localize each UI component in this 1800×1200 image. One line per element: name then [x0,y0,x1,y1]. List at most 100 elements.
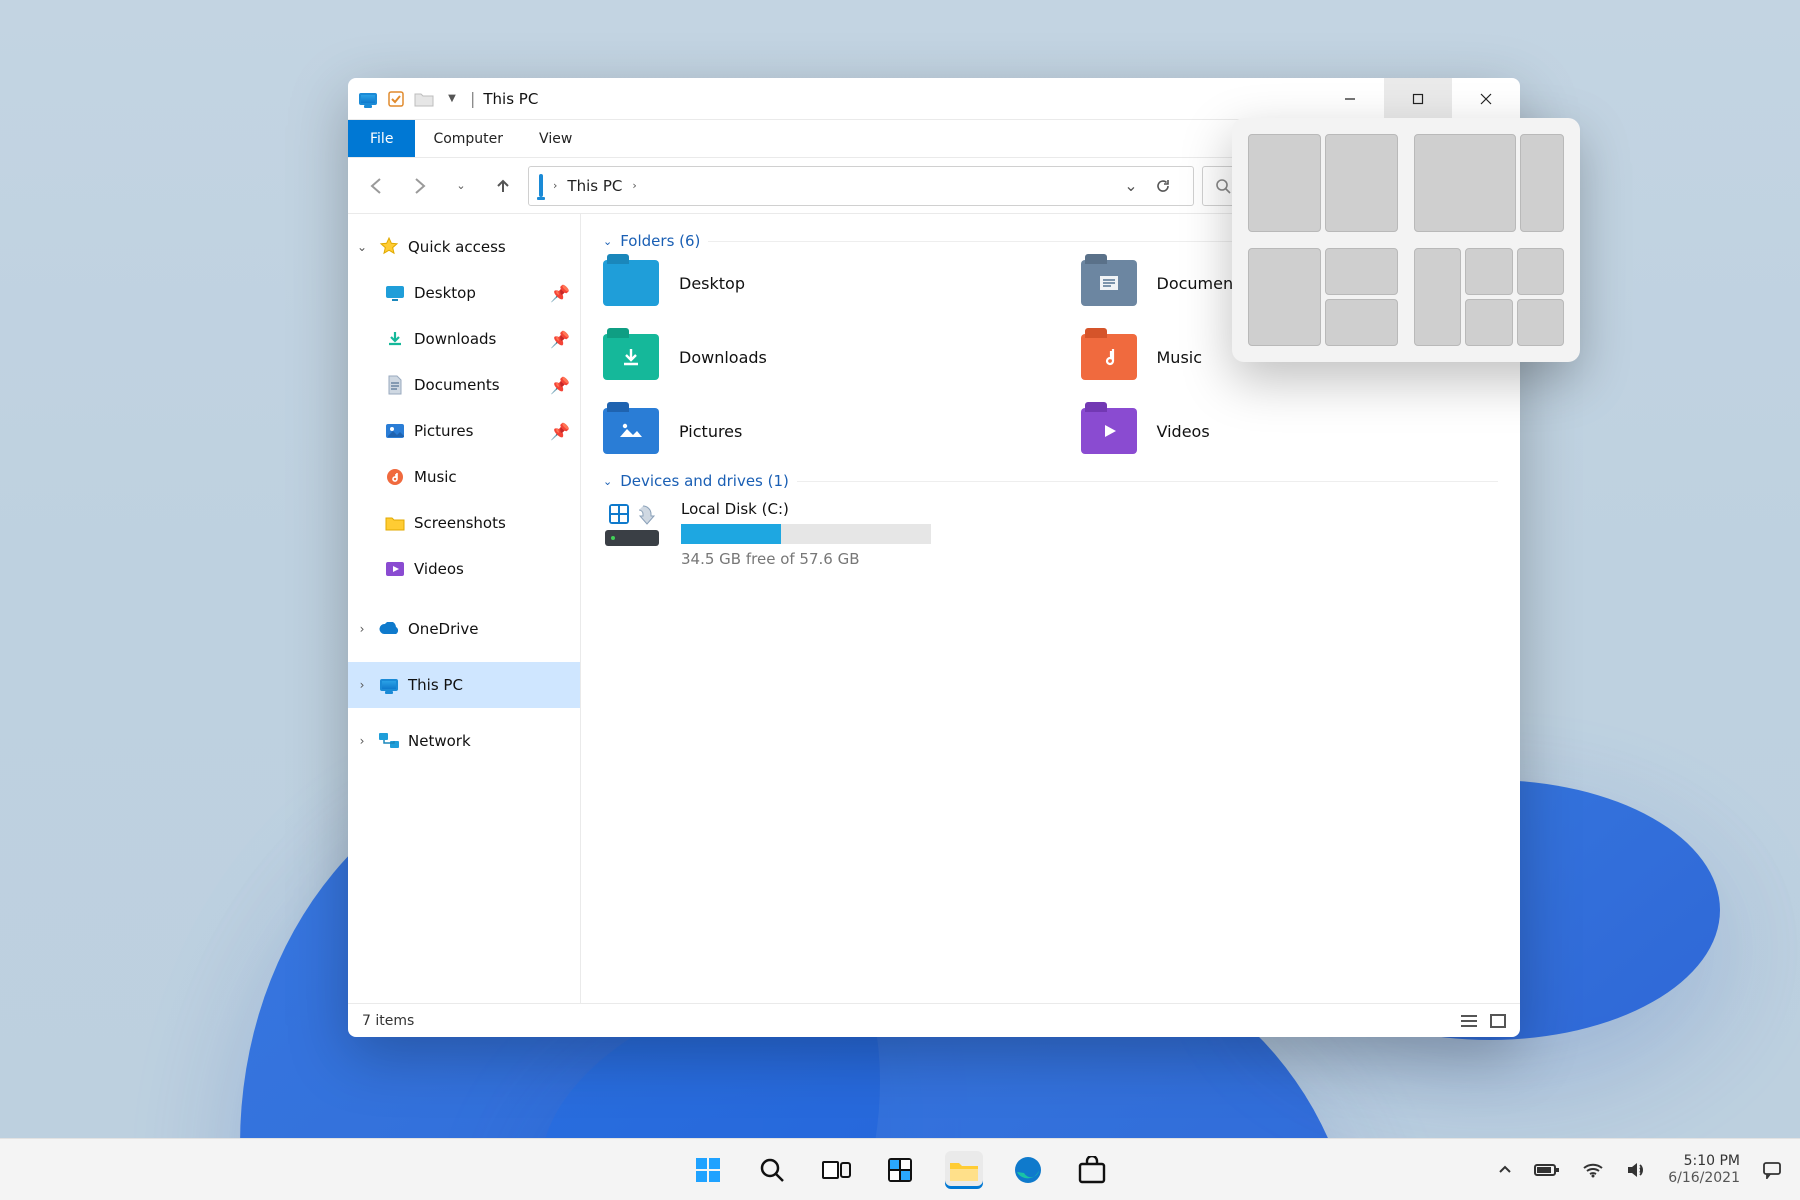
sidebar-item-label: Videos [414,560,464,578]
drive-local-c[interactable]: Local Disk (C:) 34.5 GB free of 57.6 GB [603,500,1498,568]
tray-overflow-icon[interactable] [1498,1163,1512,1177]
taskbar-clock[interactable]: 5:10 PM 6/16/2021 [1668,1153,1740,1187]
this-pc-crumb-icon [539,176,543,195]
taskbar[interactable]: 5:10 PM 6/16/2021 [0,1138,1800,1200]
volume-icon[interactable] [1626,1161,1646,1179]
address-dropdown-icon[interactable]: ⌄ [1117,176,1145,195]
clock-time: 5:10 PM [1668,1153,1740,1170]
pin-icon[interactable]: 📌 [550,422,570,441]
sidebar-item-desktop[interactable]: Desktop 📌 [348,270,580,316]
download-icon [603,334,659,380]
sidebar-item-label: Quick access [408,238,506,256]
snap-option-1-2[interactable] [1248,248,1398,346]
sidebar-item-this-pc[interactable]: › This PC [348,662,580,708]
snap-option-2col[interactable] [1248,134,1398,232]
desktop-icon [384,282,406,304]
view-details-button[interactable] [1460,1014,1478,1028]
taskbar-search[interactable] [753,1151,791,1189]
view-large-icons-button[interactable] [1490,1014,1506,1028]
folder-label: Music [1157,348,1203,367]
computer-tab[interactable]: Computer [415,120,521,157]
star-icon [378,236,400,258]
cloud-icon [378,618,400,640]
pin-icon[interactable]: 📌 [550,376,570,395]
folder-videos[interactable]: Videos [1081,408,1499,454]
chevron-right-icon[interactable]: › [354,622,370,636]
chevron-right-icon[interactable]: › [553,179,557,192]
address-bar[interactable]: › This PC › ⌄ [528,166,1194,206]
chevron-down-icon[interactable]: ⌄ [354,240,370,254]
videos-icon [384,558,406,580]
folder-pictures[interactable]: Pictures [603,408,1021,454]
music-icon [1081,334,1137,380]
folder-downloads[interactable]: Downloads [603,334,1021,380]
taskbar-task-view[interactable] [817,1151,855,1189]
back-button[interactable] [360,169,394,203]
pin-icon[interactable]: 📌 [550,330,570,349]
sidebar-item-music[interactable]: Music [348,454,580,500]
sidebar-item-screenshots[interactable]: Screenshots [348,500,580,546]
close-button[interactable] [1452,78,1520,119]
taskbar-edge[interactable] [1009,1151,1047,1189]
forward-button[interactable] [402,169,436,203]
properties-icon[interactable] [386,89,406,109]
titlebar[interactable]: ▼ | This PC [348,78,1520,120]
sidebar-item-network[interactable]: › Network [348,718,580,764]
folder-icon [384,512,406,534]
nav-pane: ⌄ Quick access Desktop 📌 Downloads 📌 Doc… [348,214,581,1003]
chevron-right-icon[interactable]: › [632,179,636,192]
folder-desktop[interactable]: Desktop [603,260,1021,306]
sidebar-item-onedrive[interactable]: › OneDrive [348,606,580,652]
view-tab[interactable]: View [521,120,590,157]
download-icon [384,328,406,350]
maximize-button[interactable] [1384,78,1452,119]
status-item-count: 7 items [362,1013,414,1029]
up-button[interactable] [486,169,520,203]
group-drives-label: Devices and drives (1) [620,472,789,490]
sidebar-item-pictures[interactable]: Pictures 📌 [348,408,580,454]
group-folders-label: Folders (6) [620,232,700,250]
drive-usage-bar [681,524,931,544]
divider [797,481,1498,482]
sidebar-item-documents[interactable]: Documents 📌 [348,362,580,408]
drive-icon [603,500,665,546]
file-tab[interactable]: File [348,120,415,157]
chevron-down-icon[interactable]: ⌄ [603,235,612,248]
pictures-icon [384,420,406,442]
chevron-right-icon[interactable]: › [354,678,370,692]
refresh-button[interactable] [1155,178,1183,194]
search-icon [1215,178,1231,194]
chevron-right-icon[interactable]: › [354,734,370,748]
qat-dropdown-icon[interactable]: ▼ [442,89,462,109]
taskbar-store[interactable] [1073,1151,1111,1189]
sidebar-item-quick-access[interactable]: ⌄ Quick access [348,224,580,270]
notifications-icon[interactable] [1762,1161,1782,1179]
system-tray[interactable]: 5:10 PM 6/16/2021 [1498,1153,1782,1187]
snap-option-1-2x2[interactable] [1414,248,1564,346]
sidebar-item-label: This PC [408,676,463,694]
history-dropdown[interactable]: ⌄ [444,169,478,203]
drive-name: Local Disk (C:) [681,500,931,518]
taskbar-file-explorer[interactable] [945,1151,983,1189]
battery-icon[interactable] [1534,1163,1560,1177]
new-folder-icon[interactable] [414,89,434,109]
breadcrumb-this-pc[interactable]: This PC [567,177,622,195]
folder-label: Pictures [679,422,742,441]
sidebar-item-label: Downloads [414,330,496,348]
chevron-down-icon[interactable]: ⌄ [603,475,612,488]
drive-usage-fill [681,524,781,544]
folder-label: Downloads [679,348,767,367]
wifi-icon[interactable] [1582,1162,1604,1178]
minimize-button[interactable] [1316,78,1384,119]
snap-option-7030[interactable] [1414,134,1564,232]
start-button[interactable] [689,1151,727,1189]
taskbar-widgets[interactable] [881,1151,919,1189]
folder-label: Videos [1157,422,1210,441]
sidebar-item-downloads[interactable]: Downloads 📌 [348,316,580,362]
drive-free-text: 34.5 GB free of 57.6 GB [681,550,931,568]
pictures-icon [603,408,659,454]
pin-icon[interactable]: 📌 [550,284,570,303]
group-drives[interactable]: ⌄ Devices and drives (1) [603,472,1498,490]
sidebar-item-videos[interactable]: Videos [348,546,580,592]
this-pc-icon [378,674,400,696]
